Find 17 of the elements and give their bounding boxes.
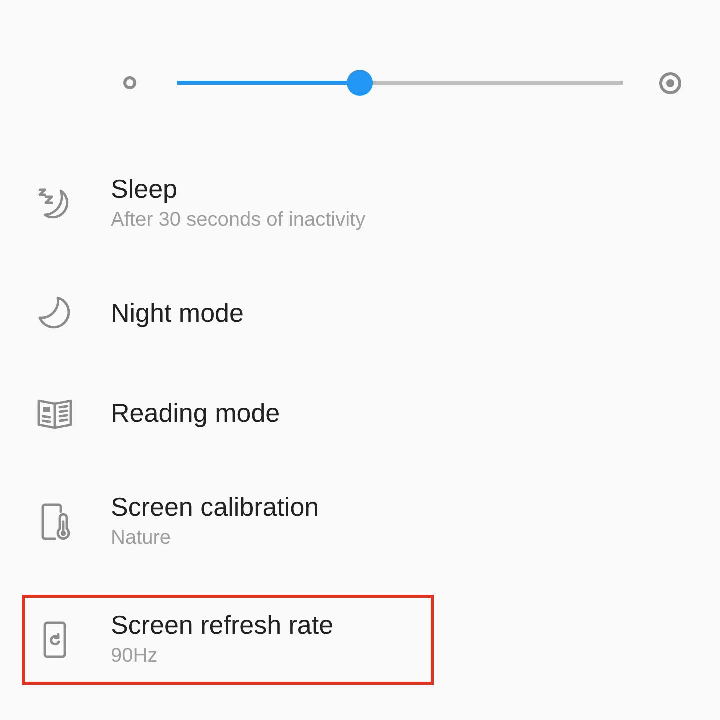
settings-item[interactable]: Sleep After 30 seconds of inactivity — [22, 159, 434, 249]
item-title: Sleep — [111, 173, 178, 205]
item-subtitle: After 30 seconds of inactivity — [111, 208, 366, 233]
settings-item[interactable]: Screen refresh rate 90Hz — [22, 595, 434, 685]
item-title: Screen calibration — [111, 491, 320, 523]
ring-dot-icon — [659, 72, 682, 94]
item-subtitle: 90Hz — [111, 644, 159, 669]
moon-icon — [37, 295, 73, 331]
item-subtitle: Nature — [111, 526, 172, 551]
item-title: Screen refresh rate — [111, 609, 334, 641]
item-title: Night mode — [111, 297, 244, 329]
settings-item[interactable]: Screen calibration Nature — [22, 477, 434, 567]
settings-item[interactable]: Reading mode — [22, 368, 434, 458]
item-title: Reading mode — [111, 397, 280, 429]
small-ring-icon — [123, 76, 137, 90]
settings-item[interactable]: Night mode — [22, 268, 434, 358]
slider-thumb[interactable] — [346, 70, 373, 96]
